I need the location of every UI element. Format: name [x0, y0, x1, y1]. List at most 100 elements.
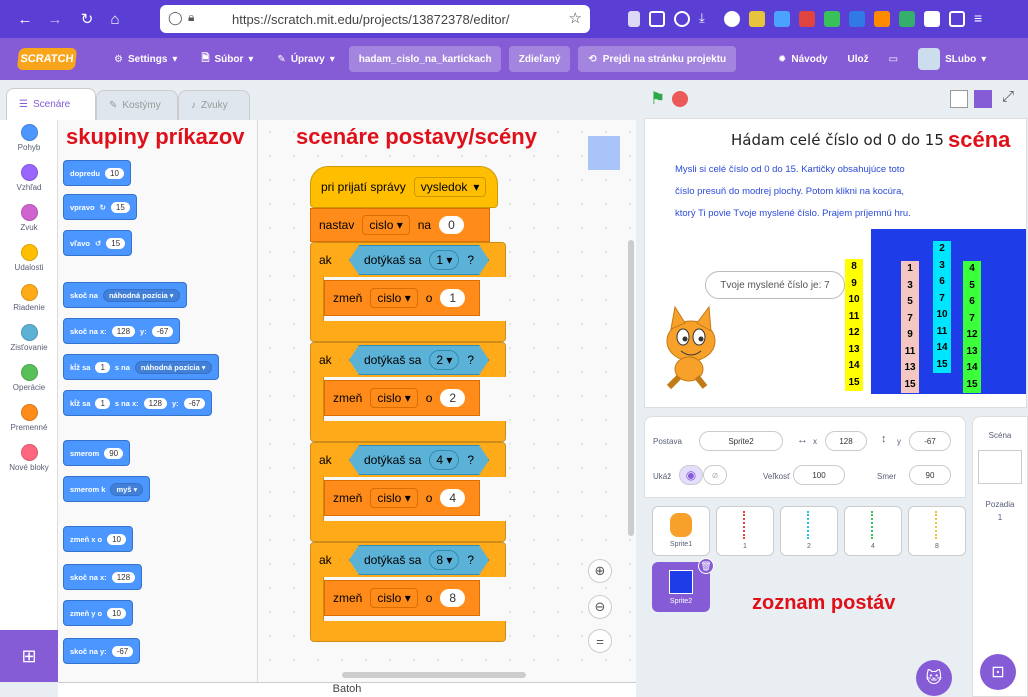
- horizontal-scrollbar[interactable]: [342, 672, 526, 678]
- sprite-tile[interactable]: 8: [908, 506, 966, 556]
- sprite-tile[interactable]: 2: [780, 506, 838, 556]
- hat-block-receive[interactable]: pri prijatí správy vysledok ▾: [310, 166, 498, 208]
- touching-block[interactable]: dotýkaš sa 2 ▾?: [349, 345, 489, 375]
- block-point-towards[interactable]: smerom k myš ▾: [63, 476, 151, 502]
- sprite-name-input[interactable]: Sprite2: [699, 431, 783, 451]
- change-variable-block[interactable]: zmeň cislo ▾ o 8: [324, 580, 480, 616]
- category-1[interactable]: Vzhľad: [0, 164, 58, 192]
- sprite-tile[interactable]: Sprite1: [652, 506, 710, 556]
- reload-icon[interactable]: ↻: [76, 8, 98, 30]
- category-5[interactable]: Zisťovanie: [0, 324, 58, 352]
- block-gotoxy[interactable]: skoč na x: 128 y: -67: [63, 318, 181, 344]
- add-extension-button[interactable]: ⊞: [0, 630, 58, 682]
- tutorials-button[interactable]: ✹ Návody: [768, 38, 838, 80]
- number-card[interactable]: 4 5 6 7 12 13 14 15: [963, 261, 981, 393]
- extension-icon[interactable]: [799, 11, 815, 27]
- touching-dropdown[interactable]: 2 ▾: [429, 350, 459, 370]
- block-set-x[interactable]: skoč na x: 128: [63, 564, 143, 590]
- category-6[interactable]: Operácie: [0, 364, 58, 392]
- menu-icon[interactable]: ≡: [974, 11, 990, 27]
- url-text[interactable]: https://scratch.mit.edu/projects/1387237…: [232, 12, 510, 27]
- sprite-y-input[interactable]: -67: [909, 431, 951, 451]
- folder-icon[interactable]: ▭: [879, 38, 908, 80]
- project-title-input[interactable]: hadam_cislo_na_kartickach: [348, 46, 501, 72]
- lock-icon[interactable]: 🔒︎: [188, 10, 194, 25]
- sprite-size-input[interactable]: 100: [793, 465, 845, 485]
- back-icon[interactable]: ←: [14, 8, 36, 30]
- trash-icon[interactable]: 🗑︎: [698, 558, 714, 574]
- touching-dropdown[interactable]: 8 ▾: [429, 550, 459, 570]
- home-icon[interactable]: ⌂: [104, 8, 126, 30]
- sprite-x-input[interactable]: 128: [825, 431, 867, 451]
- sidebar-icon[interactable]: [649, 11, 665, 27]
- touching-dropdown[interactable]: 1 ▾: [429, 250, 459, 270]
- share-button[interactable]: Zdieľaný: [508, 46, 571, 72]
- zoom-reset-button[interactable]: =: [588, 629, 612, 653]
- project-page-button[interactable]: ⟲ Prejdi na stránku projektu: [578, 46, 737, 72]
- category-3[interactable]: Udalosti: [0, 244, 58, 272]
- block-change-y[interactable]: zmeň y o 10: [63, 600, 133, 626]
- number-card[interactable]: 1 3 5 7 9 11 13 15: [901, 261, 919, 393]
- number-card[interactable]: 8 9 10 11 12 13 14 15: [845, 259, 863, 391]
- variable-dropdown[interactable]: cislo ▾: [362, 215, 410, 235]
- extension-icon[interactable]: [749, 11, 765, 27]
- add-backdrop-button[interactable]: ⊡: [980, 654, 1016, 690]
- change-value[interactable]: 1: [440, 289, 466, 307]
- stop-icon[interactable]: [672, 91, 688, 107]
- normal-stage-icon[interactable]: [974, 90, 992, 108]
- pocket-icon[interactable]: [674, 11, 690, 27]
- change-variable-block[interactable]: zmeň cislo ▾ o 2: [324, 380, 480, 416]
- sprite-direction-input[interactable]: 90: [909, 465, 951, 485]
- zoom-out-button[interactable]: ⊖: [588, 595, 612, 619]
- edit-menu[interactable]: ✎ Úpravy ▾: [267, 38, 344, 80]
- account-icon[interactable]: [949, 11, 965, 27]
- block-glidexy[interactable]: kĺž sa 1 s na x: 128 y: -67: [63, 390, 213, 416]
- category-7[interactable]: Premenné: [0, 404, 58, 432]
- change-value[interactable]: 4: [440, 489, 466, 507]
- extension-icon[interactable]: [724, 11, 740, 27]
- url-bar[interactable]: ◯ 🔒︎ https://scratch.mit.edu/projects/13…: [160, 5, 590, 33]
- file-menu[interactable]: 🗎︎ Súbor ▾: [191, 38, 263, 80]
- tab-sounds[interactable]: ♪ Zvuky: [178, 90, 250, 120]
- vertical-scrollbar[interactable]: [628, 240, 634, 536]
- extension-icon[interactable]: [899, 11, 915, 27]
- block-glide[interactable]: kĺž sa 1 s na náhodná pozícia ▾: [63, 354, 219, 380]
- touching-dropdown[interactable]: 4 ▾: [429, 450, 459, 470]
- extension-icon[interactable]: [924, 11, 940, 27]
- variable-dropdown[interactable]: cislo ▾: [370, 288, 418, 308]
- block-point-direction[interactable]: smerom 90: [63, 440, 131, 466]
- sprite-tile[interactable]: 1: [716, 506, 774, 556]
- extension-icon[interactable]: [849, 11, 865, 27]
- shield-icon[interactable]: ◯: [168, 10, 183, 26]
- change-variable-block[interactable]: zmeň cislo ▾ o 4: [324, 480, 480, 516]
- category-4[interactable]: Riadenie: [0, 284, 58, 312]
- stage[interactable]: Hádam celé číslo od 0 do 15 scéna Mysli …: [644, 118, 1027, 408]
- block-turn-right[interactable]: vpravo ↻ 15: [63, 194, 137, 220]
- message-dropdown[interactable]: vysledok ▾: [413, 177, 487, 197]
- change-variable-block[interactable]: zmeň cislo ▾ o 1: [324, 280, 480, 316]
- block-goto[interactable]: skoč na náhodná pozícia ▾: [63, 282, 187, 308]
- tab-code[interactable]: ☰ Scenáre: [6, 88, 96, 120]
- variable-dropdown[interactable]: cislo ▾: [370, 388, 418, 408]
- category-8[interactable]: Nové bloky: [0, 444, 58, 472]
- touching-block[interactable]: dotýkaš sa 8 ▾?: [349, 545, 489, 575]
- tab-costumes[interactable]: ✎ Kostýmy: [96, 90, 178, 120]
- script-area[interactable]: pri prijatí správy vysledok ▾ nastav cisl…: [258, 120, 636, 682]
- scratch-logo[interactable]: SCRATCH: [16, 48, 78, 70]
- zoom-in-button[interactable]: ⊕: [588, 559, 612, 583]
- touching-block[interactable]: dotýkaš sa 4 ▾?: [349, 445, 489, 475]
- category-0[interactable]: Pohyb: [0, 124, 58, 152]
- set-variable-block[interactable]: nastav cislo ▾ na 0: [310, 208, 490, 242]
- extension-icon[interactable]: [774, 11, 790, 27]
- touching-block[interactable]: dotýkaš sa 1 ▾?: [349, 245, 489, 275]
- variable-dropdown[interactable]: cislo ▾: [370, 588, 418, 608]
- green-flag-icon[interactable]: ⚑: [650, 89, 665, 109]
- sprite-tile[interactable]: 🗑︎ Sprite2: [652, 558, 714, 612]
- change-value[interactable]: 2: [440, 389, 466, 407]
- extension-icon[interactable]: [874, 11, 890, 27]
- bookmark-star-icon[interactable]: ☆: [569, 9, 582, 27]
- set-value[interactable]: 0: [439, 216, 464, 234]
- category-2[interactable]: Zvuk: [0, 204, 58, 232]
- forward-icon[interactable]: →: [44, 8, 66, 30]
- library-icon[interactable]: [628, 11, 640, 27]
